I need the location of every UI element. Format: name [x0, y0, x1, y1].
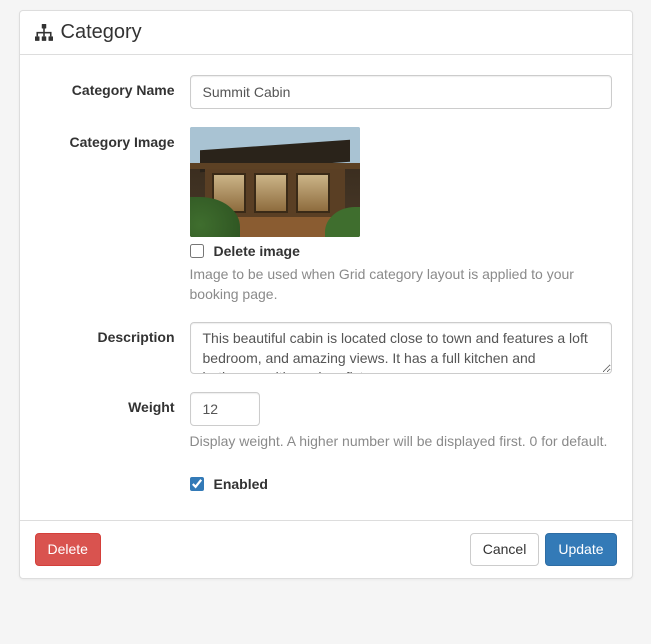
label-category-image: Category Image — [40, 127, 190, 150]
delete-image-label: Delete image — [214, 243, 300, 259]
label-category-name: Category Name — [40, 75, 190, 98]
label-weight: Weight — [40, 392, 190, 415]
row-enabled: Enabled — [40, 470, 612, 492]
category-image-thumbnail[interactable] — [190, 127, 360, 237]
sitemap-icon — [35, 24, 53, 42]
panel-body: Category Name Category Image — [20, 55, 632, 520]
panel-footer: Delete Cancel Update — [20, 520, 632, 579]
enabled-label: Enabled — [214, 476, 268, 492]
panel-title: Category — [35, 21, 617, 44]
panel-title-text: Category — [61, 21, 142, 44]
row-category-name: Category Name — [40, 75, 612, 109]
row-category-image: Category Image Delete image — [40, 127, 612, 304]
enabled-row: Enabled — [190, 476, 612, 492]
weight-help-text: Display weight. A higher number will be … — [190, 432, 612, 452]
panel-heading: Category — [20, 11, 632, 55]
delete-image-checkbox[interactable] — [190, 244, 204, 258]
weight-input[interactable] — [190, 392, 260, 426]
enabled-checkbox[interactable] — [190, 477, 204, 491]
label-description: Description — [40, 322, 190, 345]
delete-button[interactable]: Delete — [35, 533, 101, 567]
description-textarea[interactable] — [190, 322, 612, 374]
row-weight: Weight Display weight. A higher number w… — [40, 392, 612, 452]
delete-image-row: Delete image — [190, 243, 612, 259]
category-name-input[interactable] — [190, 75, 612, 109]
image-help-text: Image to be used when Grid category layo… — [190, 265, 612, 304]
cancel-button[interactable]: Cancel — [470, 533, 540, 567]
label-enabled-spacer — [40, 470, 190, 477]
update-button[interactable]: Update — [545, 533, 616, 567]
category-panel: Category Category Name Category Image — [19, 10, 633, 579]
row-description: Description — [40, 322, 612, 374]
